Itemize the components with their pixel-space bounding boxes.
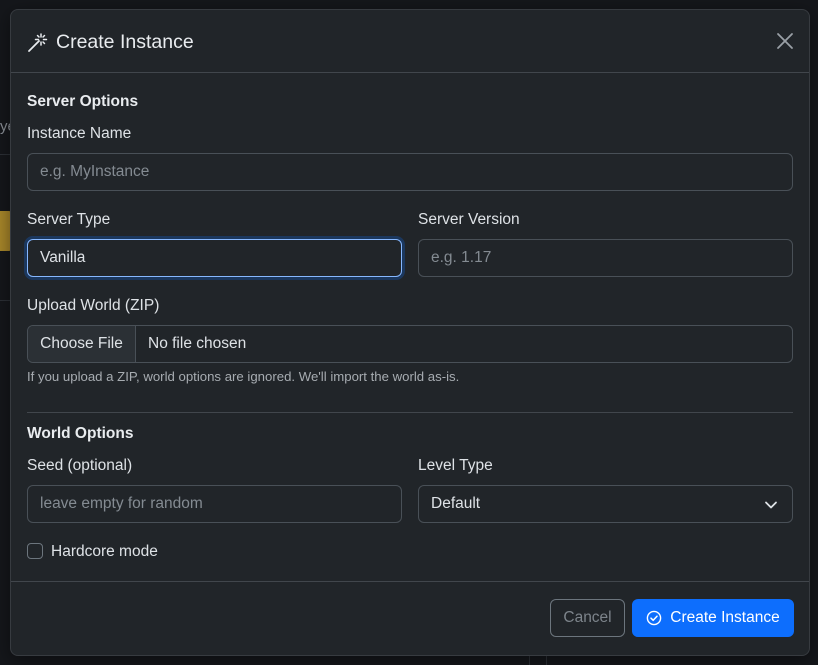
server-type-label: Server Type: [27, 211, 111, 228]
create-instance-label: Create Instance: [670, 609, 780, 626]
create-instance-button[interactable]: Create Instance: [632, 599, 794, 637]
hardcore-checkbox[interactable]: [27, 543, 43, 559]
create-instance-modal: Create Instance Server Options Instance …: [10, 9, 810, 656]
cancel-button[interactable]: Cancel: [550, 599, 625, 637]
modal-header: Create Instance: [11, 10, 809, 73]
upload-world-label: Upload World (ZIP): [27, 297, 160, 314]
hardcore-label: Hardcore mode: [51, 543, 158, 560]
close-icon[interactable]: [775, 31, 795, 51]
level-type-selected: Default: [431, 495, 481, 512]
modal-footer: Cancel Create Instance: [11, 581, 809, 657]
upload-world-file-input[interactable]: Choose File No file chosen: [27, 325, 793, 363]
upload-help-text: If you upload a ZIP, world options are i…: [27, 369, 460, 384]
file-status-text: No file chosen: [148, 335, 247, 352]
check-circle-icon: [646, 610, 662, 626]
instance-name-label: Instance Name: [27, 125, 132, 142]
level-type-select[interactable]: Default: [418, 485, 793, 523]
chevron-down-icon: [764, 498, 778, 512]
modal-title-text: Create Instance: [56, 30, 194, 53]
seed-input[interactable]: [27, 485, 402, 523]
magic-wand-icon: [27, 32, 48, 53]
modal-title: Create Instance: [27, 30, 194, 54]
instance-name-input[interactable]: [27, 153, 793, 191]
server-options-heading: Server Options: [27, 93, 139, 110]
world-options-heading: World Options: [27, 425, 134, 442]
seed-label: Seed (optional): [27, 457, 133, 474]
server-version-input[interactable]: [418, 239, 793, 277]
server-type-input[interactable]: [27, 239, 402, 277]
server-version-label: Server Version: [418, 211, 520, 228]
level-type-label: Level Type: [418, 457, 493, 474]
section-divider: [27, 412, 793, 413]
choose-file-button[interactable]: Choose File: [28, 326, 136, 362]
